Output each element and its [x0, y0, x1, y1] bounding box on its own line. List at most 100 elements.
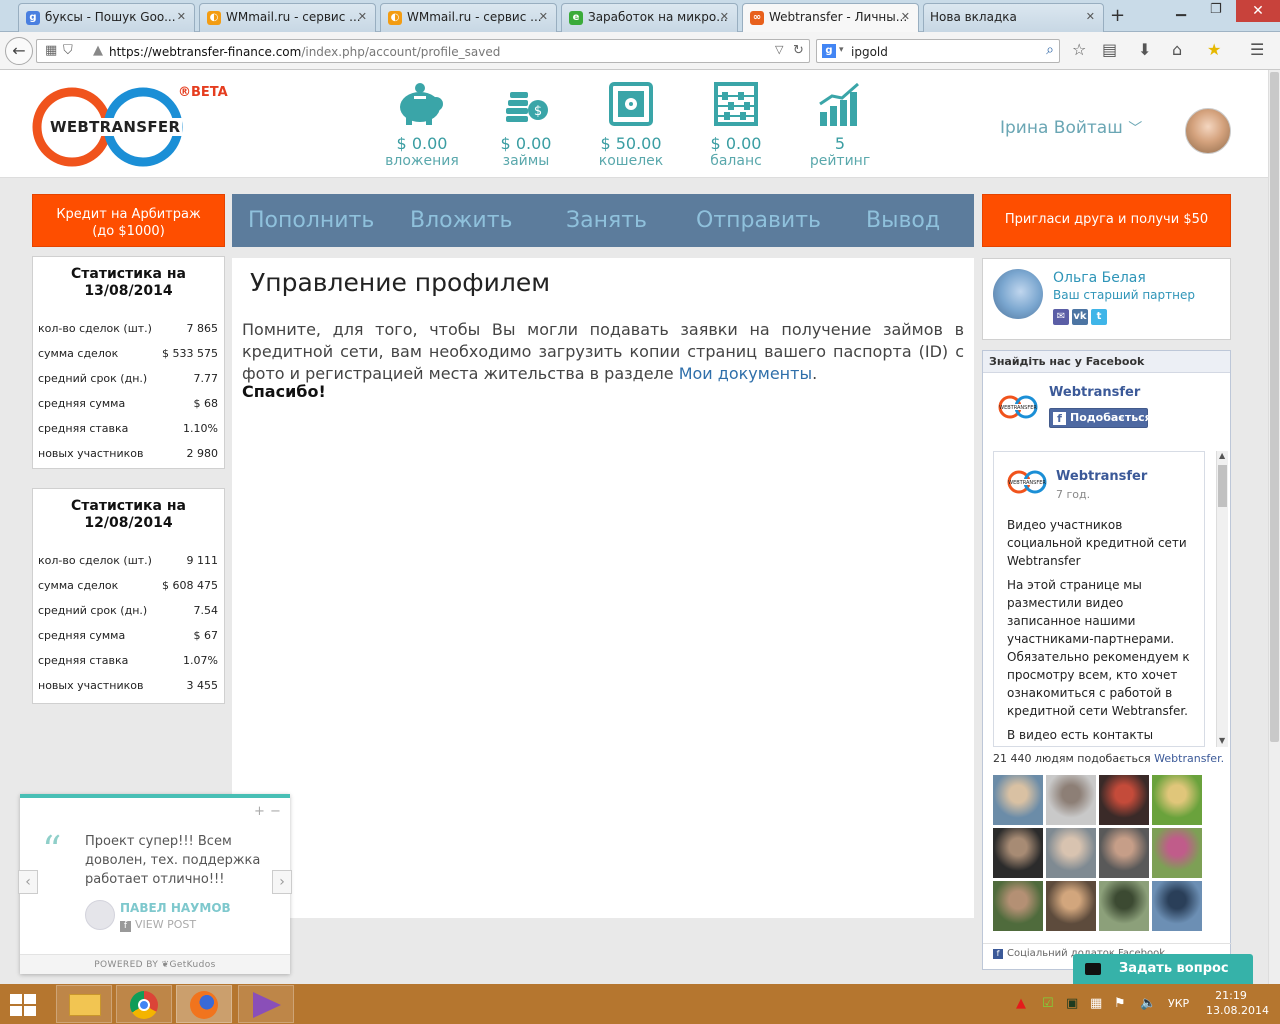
- facebook-like-button[interactable]: f Подобається!: [1049, 408, 1157, 428]
- fan-avatar[interactable]: [993, 775, 1043, 825]
- browser-tab[interactable]: ◐ WMmail.ru - сервис ... ✕: [199, 3, 376, 32]
- search-box[interactable]: g ▾ ipgold ⌕: [816, 39, 1060, 63]
- firefox-icon[interactable]: [176, 985, 232, 1023]
- fan-avatar[interactable]: [1046, 828, 1096, 878]
- scroll-down-icon[interactable]: ▼: [1219, 736, 1225, 745]
- page-scrollbar[interactable]: [1268, 70, 1280, 984]
- facebook-post-scrollbar[interactable]: ▲ ▼: [1216, 451, 1228, 747]
- my-documents-link[interactable]: Мои документы: [679, 364, 812, 383]
- download-icon[interactable]: ⬇: [1138, 40, 1151, 59]
- view-post-link[interactable]: f VIEW POST: [120, 918, 196, 932]
- collapse-icon[interactable]: −: [270, 804, 281, 819]
- browser-tab[interactable]: Нова вкладка ✕: [923, 3, 1104, 32]
- facebook-page-name[interactable]: Webtransfer: [1049, 385, 1140, 400]
- previous-arrow-icon[interactable]: ‹: [18, 870, 38, 894]
- menu-deposit[interactable]: Пополнить: [248, 208, 374, 233]
- keyboard-language[interactable]: УКР: [1168, 997, 1189, 1010]
- bookmarks-list-icon[interactable]: ▤: [1102, 40, 1117, 59]
- browser-tab[interactable]: e Заработок на микро... ✕: [561, 3, 738, 32]
- nvidia-tray-icon[interactable]: ▣: [1066, 996, 1078, 1011]
- url-path: /index.php/account/profile_saved: [301, 45, 501, 59]
- testimonial-author[interactable]: ПАВЕЛ НАУМОВ: [120, 901, 231, 915]
- fan-avatar[interactable]: [1152, 881, 1202, 931]
- header-stat-баланс[interactable]: $ 0.00 баланс: [691, 82, 781, 169]
- expand-icon[interactable]: +: [254, 804, 265, 819]
- search-input[interactable]: ipgold: [851, 45, 888, 59]
- warning-tray-icon[interactable]: ▲: [1016, 996, 1026, 1011]
- page-scrollbar-thumb[interactable]: [1270, 72, 1279, 742]
- post-time[interactable]: 7 год.: [1056, 488, 1090, 501]
- post-author-logo[interactable]: WEBTRANSFER: [1006, 466, 1048, 502]
- menu-withdraw[interactable]: Вывод: [866, 208, 940, 233]
- tab-close-icon[interactable]: ✕: [358, 10, 367, 23]
- credit-arbitrage-button[interactable]: Кредит на Арбитраж (до $1000): [32, 194, 225, 247]
- reload-icon[interactable]: ↻: [793, 43, 804, 58]
- fan-avatar[interactable]: [1099, 775, 1149, 825]
- fan-avatar[interactable]: [1152, 775, 1202, 825]
- partner-name[interactable]: Ольга Белая: [1053, 270, 1146, 286]
- address-bar[interactable]: ▦ ⛉ ▲ https://webtransfer-finance.com/in…: [36, 39, 810, 63]
- browser-tab[interactable]: ◐ WMmail.ru - сервис ... ✕: [380, 3, 557, 32]
- header-stat-вложения[interactable]: $ 0.00 вложения: [377, 82, 467, 169]
- windows-start-icon[interactable]: [10, 994, 36, 1016]
- maximize-button[interactable]: ❐: [1210, 2, 1222, 17]
- tab-close-icon[interactable]: ✕: [1086, 10, 1095, 23]
- partner-avatar[interactable]: [993, 269, 1043, 319]
- fan-avatar[interactable]: [1152, 828, 1202, 878]
- volume-tray-icon[interactable]: 🔈: [1140, 996, 1156, 1011]
- scroll-up-icon[interactable]: ▲: [1219, 451, 1225, 460]
- header-stat-кошелек[interactable]: $ 50.00 кошелек: [586, 82, 676, 169]
- engine-dropdown-icon[interactable]: ▾: [839, 45, 844, 55]
- tab-close-icon[interactable]: ✕: [720, 10, 729, 23]
- bookmark-star-icon[interactable]: ☆: [1072, 40, 1086, 59]
- ask-question-button[interactable]: Задать вопрос: [1073, 954, 1253, 984]
- network-tray-icon[interactable]: ▦: [1090, 996, 1102, 1011]
- scrollbar-thumb[interactable]: [1218, 465, 1227, 507]
- fan-avatar[interactable]: [1046, 775, 1096, 825]
- menu-send[interactable]: Отправить: [696, 208, 821, 233]
- stats-row-value: 7 865: [186, 322, 219, 335]
- tab-favicon-icon: g: [26, 11, 40, 25]
- fan-avatar[interactable]: [1099, 828, 1149, 878]
- menu-icon[interactable]: ☰: [1250, 40, 1264, 59]
- search-icon[interactable]: ⌕: [1046, 42, 1054, 58]
- menu-borrow[interactable]: Занять: [566, 208, 647, 233]
- fan-avatar[interactable]: [993, 828, 1043, 878]
- user-menu[interactable]: Ірина Войташ ﹀: [1000, 118, 1142, 138]
- fan-avatar[interactable]: [1046, 881, 1096, 931]
- powered-by-getkudos[interactable]: POWERED BY ❦GetKudos: [20, 954, 290, 974]
- flag-tray-icon[interactable]: ⚑: [1114, 996, 1126, 1011]
- user-avatar[interactable]: [1185, 108, 1231, 154]
- webtransfer-logo[interactable]: ®BETA WEBTRANSFER: [30, 84, 228, 170]
- vk-icon[interactable]: vk: [1072, 309, 1088, 325]
- mail-icon[interactable]: ✉: [1053, 309, 1069, 325]
- menu-invest[interactable]: Вложить: [410, 208, 513, 233]
- checkmark-tray-icon[interactable]: ☑: [1042, 996, 1054, 1011]
- minimize-button[interactable]: ▁: [1176, 2, 1186, 17]
- header-stat-займы[interactable]: $ $ 0.00 займы: [481, 82, 571, 169]
- next-arrow-icon[interactable]: ›: [272, 870, 292, 894]
- dropdown-icon[interactable]: ▽: [775, 43, 783, 56]
- back-button[interactable]: ←: [5, 37, 33, 65]
- likes-page-link[interactable]: Webtransfer.: [1154, 752, 1224, 765]
- addon-icon[interactable]: ★: [1207, 40, 1221, 59]
- close-window-button[interactable]: ✕: [1236, 0, 1280, 22]
- tab-close-icon[interactable]: ✕: [539, 10, 548, 23]
- system-clock[interactable]: 21:19 13.08.2014: [1206, 988, 1269, 1018]
- media-player-icon[interactable]: [238, 985, 294, 1023]
- new-tab-button[interactable]: +: [1110, 5, 1125, 26]
- browser-tab[interactable]: ∞ Webtransfer - Личны... ✕: [742, 3, 919, 32]
- tab-close-icon[interactable]: ✕: [177, 10, 186, 23]
- twitter-icon[interactable]: t: [1091, 309, 1107, 325]
- chrome-icon[interactable]: [116, 985, 172, 1023]
- invite-friend-button[interactable]: Пригласи друга и получи $50: [982, 194, 1231, 247]
- facebook-page-logo[interactable]: WEBTRANSFER: [997, 391, 1039, 427]
- post-author-name[interactable]: Webtransfer: [1056, 469, 1147, 484]
- file-explorer-icon[interactable]: [56, 985, 112, 1023]
- fan-avatar[interactable]: [993, 881, 1043, 931]
- header-stat-рейтинг[interactable]: 5 рейтинг: [795, 82, 885, 169]
- fan-avatar[interactable]: [1099, 881, 1149, 931]
- browser-tab[interactable]: g буксы - Пошук Goo... ✕: [18, 3, 195, 32]
- tab-close-icon[interactable]: ✕: [901, 10, 910, 23]
- home-icon[interactable]: ⌂: [1172, 40, 1182, 59]
